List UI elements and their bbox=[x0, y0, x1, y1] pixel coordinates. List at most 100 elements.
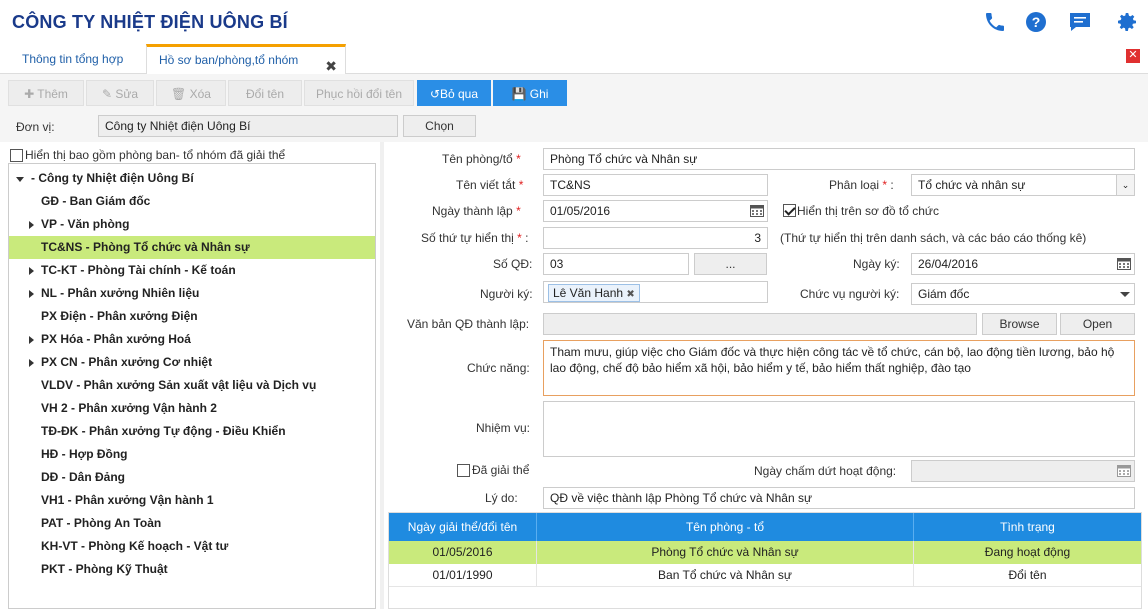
plus-icon: ✚ bbox=[24, 87, 38, 101]
tree-item[interactable]: VLDV - Phân xưởng Sản xuất vật liệu và D… bbox=[9, 374, 375, 397]
required-mark: * bbox=[882, 178, 888, 192]
tree-item[interactable]: VH 2 - Phân xưởng Vận hành 2 bbox=[9, 397, 375, 420]
tab-overview[interactable]: Thông tin tổng hợp bbox=[10, 44, 146, 74]
col-name[interactable]: Tên phòng - tổ bbox=[537, 513, 914, 541]
open-button[interactable]: Open bbox=[1060, 313, 1135, 335]
cell-name: Ban Tổ chức và Nhân sự bbox=[537, 564, 914, 587]
col-status[interactable]: Tình trạng bbox=[914, 513, 1141, 541]
add-label: Thêm bbox=[37, 87, 68, 101]
end-date-field[interactable] bbox=[911, 460, 1135, 482]
founded-date-field[interactable]: 01/05/2016 bbox=[543, 200, 768, 222]
tree-item[interactable]: TĐ-ĐK - Phân xưởng Tự động - Điều Khiển bbox=[9, 420, 375, 443]
founded-label: Ngày thành lập * bbox=[432, 204, 521, 218]
delete-button[interactable]: 🗑 Xóa bbox=[156, 80, 226, 106]
tree-item[interactable]: VP - Văn phòng bbox=[9, 213, 375, 236]
gear-icon[interactable] bbox=[1115, 10, 1139, 34]
tree-item[interactable]: PX Điện - Phân xưởng Điện bbox=[9, 305, 375, 328]
phone-icon[interactable] bbox=[983, 10, 1007, 34]
edit-button[interactable]: ✎ Sửa bbox=[86, 80, 154, 106]
show-dissolved-checkbox[interactable] bbox=[10, 149, 23, 162]
caret-down-icon[interactable] bbox=[1120, 292, 1130, 297]
skip-label: Bỏ qua bbox=[440, 87, 479, 101]
cell-status: Đang hoạt động bbox=[984, 545, 1071, 559]
decision-browse-button[interactable]: ... bbox=[694, 253, 767, 275]
table-row[interactable]: 01/01/1990 Ban Tổ chức và Nhân sự Đổi tê… bbox=[389, 564, 1141, 587]
tree-item[interactable]: PAT - Phòng An Toàn bbox=[9, 512, 375, 535]
required-mark: * bbox=[516, 204, 521, 218]
restore-name-label: Phục hồi đổi tên bbox=[315, 87, 403, 101]
signer-tag-label: Lê Văn Hanh bbox=[553, 286, 624, 300]
table-row[interactable]: 01/05/2016 Phòng Tổ chức và Nhân sự Đang… bbox=[389, 541, 1141, 564]
expand-arrow-icon[interactable] bbox=[29, 359, 34, 367]
signer-field[interactable]: Lê Văn Hanh ✖ bbox=[543, 281, 768, 303]
col-date[interactable]: Ngày giải thể/đổi tên bbox=[389, 513, 537, 541]
help-icon[interactable]: ? bbox=[1024, 10, 1048, 34]
show-org-chart-checkbox[interactable] bbox=[783, 204, 796, 217]
duty-textarea[interactable] bbox=[543, 401, 1135, 457]
save-button[interactable]: 💾 Ghi bbox=[493, 80, 567, 106]
expand-arrow-icon[interactable] bbox=[29, 290, 34, 298]
tree-item-label: PX Hóa - Phân xưởng Hoá bbox=[41, 332, 191, 346]
browse-button[interactable]: Browse bbox=[982, 313, 1057, 335]
order-field[interactable]: 3 bbox=[543, 227, 768, 249]
tree-item[interactable]: NL - Phân xưởng Nhiên liệu bbox=[9, 282, 375, 305]
choose-unit-button[interactable]: Chọn bbox=[403, 115, 476, 137]
tree-item[interactable]: DĐ - Dân Đảng bbox=[9, 466, 375, 489]
trash-icon: 🗑 bbox=[171, 87, 190, 101]
rename-button[interactable]: Đổi tên bbox=[228, 80, 302, 106]
restore-name-button[interactable]: Phục hồi đổi tên bbox=[304, 80, 414, 106]
calendar-icon[interactable] bbox=[750, 204, 764, 217]
show-org-chart-label: Hiển thị trên sơ đồ tổ chức bbox=[797, 204, 939, 218]
calendar-icon[interactable] bbox=[1117, 257, 1131, 270]
signer-label: Người ký: bbox=[480, 287, 533, 301]
sign-date-field[interactable]: 26/04/2016 bbox=[911, 253, 1135, 275]
signer-position-label: Chức vụ người ký: bbox=[800, 287, 900, 301]
tree-item[interactable]: PX CN - Phân xưởng Cơ nhiệt bbox=[9, 351, 375, 374]
cell-date: 01/05/2016 bbox=[389, 541, 537, 564]
tree-item-label: HĐ - Hợp Đồng bbox=[41, 447, 128, 461]
toolbar: ✚ Thêm ✎ Sửa 🗑 Xóa Đổi tên Phục hồi đổi … bbox=[0, 74, 1148, 112]
chat-icon[interactable] bbox=[1068, 10, 1092, 34]
skip-button[interactable]: ↺Bỏ qua bbox=[417, 80, 491, 106]
remove-tag-icon[interactable]: ✖ bbox=[626, 289, 634, 300]
type-select-value: Tổ chức và nhân sự bbox=[918, 178, 1026, 192]
calendar-icon[interactable] bbox=[1117, 464, 1131, 477]
rename-label: Đổi tên bbox=[245, 87, 285, 101]
tree-root[interactable]: - Công ty Nhiệt điện Uông Bí bbox=[9, 167, 375, 190]
edit-label: Sửa bbox=[115, 87, 139, 101]
doc-file-field[interactable] bbox=[543, 313, 977, 335]
expand-arrow-icon[interactable] bbox=[29, 221, 34, 229]
expand-arrow-icon[interactable] bbox=[29, 336, 34, 344]
abbr-label: Tên viết tắt * bbox=[456, 178, 524, 192]
function-textarea[interactable]: Tham mưu, giúp việc cho Giám đốc và thực… bbox=[543, 340, 1135, 396]
type-select[interactable]: Tổ chức và nhân sự ⌄ bbox=[911, 174, 1135, 196]
panel-splitter[interactable] bbox=[380, 142, 384, 609]
dissolved-checkbox[interactable] bbox=[457, 464, 470, 477]
doc-label: Văn bản QĐ thành lập: bbox=[407, 317, 530, 331]
tree-item-label: VH1 - Phân xưởng Vận hành 1 bbox=[41, 493, 214, 507]
tree-item[interactable]: TC-KT - Phòng Tài chính - Kế toán bbox=[9, 259, 375, 282]
decision-field[interactable]: 03 bbox=[543, 253, 689, 275]
tree-item[interactable]: TC&NS - Phòng Tổ chức và Nhân sự bbox=[9, 236, 375, 259]
tree-item[interactable]: KH-VT - Phòng Kế hoạch - Vật tư bbox=[9, 535, 375, 558]
add-button[interactable]: ✚ Thêm bbox=[8, 80, 84, 106]
unit-field[interactable]: Công ty Nhiệt điện Uông Bí bbox=[98, 115, 398, 137]
signer-position-select[interactable]: Giám đốc bbox=[911, 283, 1135, 305]
tree-item[interactable]: PX Hóa - Phân xưởng Hoá bbox=[9, 328, 375, 351]
tab-bar: Thông tin tổng hợp Hồ sơ ban/phòng,tổ nh… bbox=[0, 44, 1148, 74]
tree-item[interactable]: GĐ - Ban Giám đốc bbox=[9, 190, 375, 213]
name-field[interactable]: Phòng Tổ chức và Nhân sự bbox=[543, 148, 1135, 170]
chevron-down-icon[interactable]: ⌄ bbox=[1116, 175, 1134, 195]
tree-item[interactable]: HĐ - Hợp Đồng bbox=[9, 443, 375, 466]
tree-item[interactable]: VH1 - Phân xưởng Vận hành 1 bbox=[9, 489, 375, 512]
tab-department-profile[interactable]: Hồ sơ ban/phòng,tổ nhóm ✖ bbox=[146, 44, 346, 74]
window-close-icon[interactable]: ✕ bbox=[1126, 49, 1140, 63]
end-date-label: Ngày chấm dứt hoạt động: bbox=[754, 464, 897, 478]
expand-arrow-icon[interactable] bbox=[16, 177, 24, 182]
abbr-field[interactable]: TC&NS bbox=[543, 174, 768, 196]
reason-field[interactable]: QĐ về việc thành lập Phòng Tổ chức và Nh… bbox=[543, 487, 1135, 509]
required-mark: * bbox=[517, 231, 522, 245]
department-tree: - Công ty Nhiệt điện Uông Bí GĐ - Ban Gi… bbox=[8, 163, 376, 609]
tree-item[interactable]: PKT - Phòng Kỹ Thuật bbox=[9, 558, 375, 581]
expand-arrow-icon[interactable] bbox=[29, 267, 34, 275]
